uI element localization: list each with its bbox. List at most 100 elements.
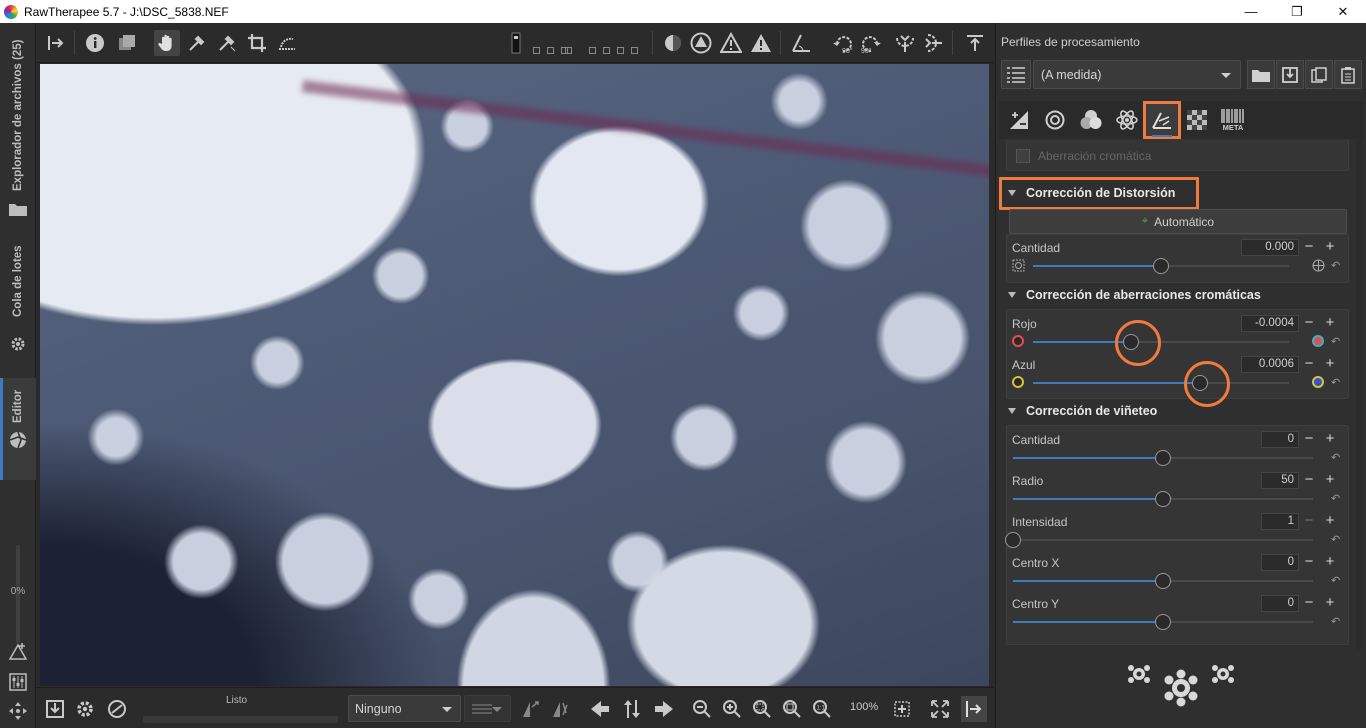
reset-icon[interactable]: ↶	[1331, 259, 1345, 272]
vignetting-centerx-minus[interactable]: −	[1301, 554, 1317, 571]
preview-mode-select[interactable]: Ninguno	[348, 695, 461, 722]
gear-icon[interactable]	[7, 333, 29, 355]
vignetting-radius-knob[interactable]	[1155, 491, 1171, 507]
reset-icon[interactable]: ↶	[1331, 533, 1345, 546]
swatch-red[interactable]	[589, 47, 596, 54]
open-profile-button[interactable]	[1247, 60, 1275, 89]
previous-image-icon[interactable]	[587, 696, 613, 722]
tool-panel-scrollbar[interactable]	[1356, 139, 1362, 649]
info-icon[interactable]	[82, 30, 108, 56]
distortion-amount-knob[interactable]	[1153, 258, 1169, 274]
history-disabled-select[interactable]	[464, 695, 511, 722]
reset-icon[interactable]: ↶	[1331, 615, 1345, 628]
swatch-toggle[interactable]	[510, 30, 522, 56]
right-panel-toggle-icon[interactable]	[961, 696, 987, 722]
reset-icon[interactable]: ↶	[1331, 376, 1345, 389]
vignetting-centery-track[interactable]	[1013, 614, 1313, 630]
sync-icon[interactable]	[619, 696, 645, 722]
next-image-icon[interactable]	[651, 696, 677, 722]
meta-tab-icon[interactable]: META	[1217, 104, 1249, 136]
vignetting-radius-track[interactable]	[1013, 491, 1313, 507]
warning-icon[interactable]	[748, 30, 774, 56]
tab-editor[interactable]: Editor	[4, 381, 32, 431]
vignetting-strength-minus[interactable]: −	[1301, 513, 1317, 530]
distortion-amount-plus[interactable]: +	[1322, 239, 1338, 256]
reset-icon[interactable]: ↶	[1331, 492, 1345, 505]
vignetting-centery-minus[interactable]: −	[1301, 595, 1317, 612]
reset-icon[interactable]: ↶	[1331, 335, 1345, 348]
panel-toggle-icon[interactable]	[42, 30, 68, 56]
ca-blue-value[interactable]: 0.0006	[1241, 356, 1299, 373]
ca-red-value[interactable]: -0.0004	[1241, 315, 1299, 332]
vignetting-radius-minus[interactable]: −	[1301, 472, 1317, 489]
swatch-white[interactable]	[565, 47, 572, 54]
ca-blue-plus[interactable]: +	[1322, 356, 1338, 373]
color-tab-icon[interactable]	[1075, 104, 1107, 136]
clipped-shadows-icon[interactable]	[688, 30, 714, 56]
new-detail-window-icon[interactable]	[889, 696, 915, 722]
rotate-left-icon[interactable]: 90°	[830, 30, 856, 56]
straighten-icon[interactable]	[274, 30, 300, 56]
vignetting-strength-knob[interactable]	[1005, 532, 1021, 548]
distortion-amount-minus[interactable]: −	[1301, 239, 1317, 256]
vignetting-centery-knob[interactable]	[1155, 614, 1171, 630]
vignetting-amount-minus[interactable]: −	[1301, 431, 1317, 448]
zoom-100-icon[interactable]: 1:1	[809, 696, 835, 722]
vignetting-centerx-value[interactable]: 0	[1261, 554, 1299, 571]
ca-red-track[interactable]	[1033, 334, 1289, 350]
auto-distortion-button[interactable]: ⌖ Automático	[1009, 209, 1347, 234]
move-icon[interactable]	[7, 700, 29, 722]
tab-file-browser[interactable]: Explorador de archivos (25)	[4, 35, 32, 195]
swatch-luminance[interactable]	[631, 47, 638, 54]
paste-profile-icon[interactable]	[547, 696, 573, 722]
paste-profile-button[interactable]	[1334, 60, 1362, 89]
vignetting-strength-value[interactable]: 1	[1261, 513, 1299, 530]
vignetting-centery-plus[interactable]: +	[1322, 595, 1338, 612]
hand-icon[interactable]	[154, 30, 180, 56]
ca-red-minus[interactable]: −	[1301, 315, 1317, 332]
folder-icon[interactable]	[7, 198, 29, 220]
zoom-fit-crop-icon[interactable]	[779, 696, 805, 722]
vignetting-amount-track[interactable]	[1013, 450, 1313, 466]
reset-icon[interactable]: ↶	[1331, 451, 1345, 464]
ca-header[interactable]: Corrección de aberraciones cromáticas	[1008, 288, 1261, 302]
reset-icon[interactable]: ↶	[1331, 574, 1345, 587]
fullscreen-icon[interactable]	[927, 696, 953, 722]
vignetting-strength-track[interactable]	[1005, 532, 1313, 548]
copy-profile-button[interactable]	[1305, 60, 1333, 89]
vignetting-header[interactable]: Corrección de viñeteo	[1008, 404, 1157, 418]
external-editor-icon[interactable]	[104, 696, 130, 722]
aperture-icon[interactable]	[7, 429, 29, 451]
vignetting-centerx-knob[interactable]	[1155, 573, 1171, 589]
vignetting-amount-value[interactable]: 0	[1261, 431, 1299, 448]
ca-red-plus[interactable]: +	[1322, 315, 1338, 332]
vignetting-centery-value[interactable]: 0	[1261, 595, 1299, 612]
swatch-green[interactable]	[603, 47, 610, 54]
queue-gear-icon[interactable]	[72, 696, 98, 722]
flip-vertical-icon[interactable]	[920, 30, 946, 56]
zoom-fit-icon[interactable]	[749, 696, 775, 722]
tab-batch-queue[interactable]: Cola de lotes	[4, 241, 32, 321]
zoom-out-icon[interactable]	[689, 696, 715, 722]
exposure-tab-icon[interactable]	[1003, 104, 1035, 136]
ca-blue-track[interactable]	[1033, 375, 1289, 391]
swatch-gray-dark[interactable]	[547, 47, 554, 54]
maximize-button[interactable]: ❐	[1274, 0, 1320, 23]
color-picker-icon[interactable]	[184, 30, 210, 56]
image-preview[interactable]	[40, 64, 989, 686]
close-button[interactable]: ✕	[1320, 0, 1366, 23]
profile-select[interactable]: (A medida)	[1033, 60, 1241, 89]
minimize-button[interactable]: —	[1228, 0, 1274, 23]
swatch-black[interactable]	[533, 47, 540, 54]
perspective-icon[interactable]	[788, 30, 814, 56]
vignetting-centerx-plus[interactable]: +	[1322, 554, 1338, 571]
ca-checkbox[interactable]	[1016, 149, 1030, 163]
vignetting-amount-knob[interactable]	[1155, 450, 1171, 466]
distortion-amount-value[interactable]: 0.000	[1241, 239, 1299, 256]
detail-tab-icon[interactable]	[1039, 104, 1071, 136]
rotate-right-icon[interactable]: 90°	[858, 30, 884, 56]
copy-profile-icon[interactable]	[517, 696, 543, 722]
save-icon[interactable]	[42, 696, 68, 722]
white-balance-picker-icon[interactable]	[214, 30, 240, 56]
distortion-amount-track[interactable]	[1033, 258, 1289, 274]
